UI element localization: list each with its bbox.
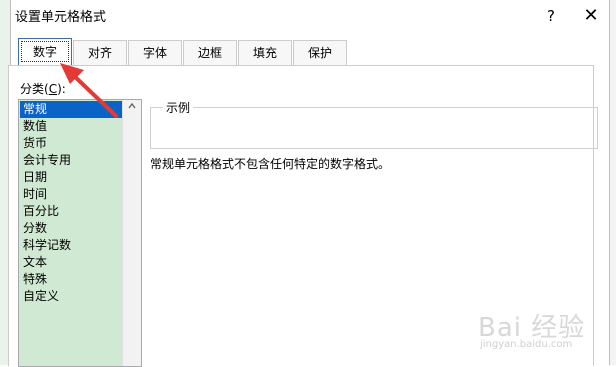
format-description: 常规单元格格式不包含任何特定的数字格式。 xyxy=(150,157,391,171)
example-label: 示例 xyxy=(163,99,194,116)
title-bar[interactable]: 设置单元格格式 ? ✕ xyxy=(11,0,609,32)
category-scrollbar[interactable] xyxy=(122,100,141,366)
category-list[interactable]: 常规 数值 货币 会计专用 日期 时间 百分比 分数 科学记数 文本 特殊 自定… xyxy=(18,99,142,367)
close-icon[interactable]: ✕ xyxy=(579,4,603,28)
watermark-sub: jingyan.baidu.com xyxy=(480,339,573,350)
tab-number[interactable]: 数字 xyxy=(18,38,72,65)
list-item-general[interactable]: 常规 xyxy=(20,101,124,118)
list-item-date[interactable]: 日期 xyxy=(20,169,124,186)
dialog-title: 设置单元格格式 xyxy=(15,10,107,25)
list-item-accounting[interactable]: 会计专用 xyxy=(20,152,124,169)
tab-border[interactable]: 边框 xyxy=(183,40,237,65)
list-item-time[interactable]: 时间 xyxy=(20,186,124,203)
tab-protection[interactable]: 保护 xyxy=(293,40,347,65)
chevron-up-icon-svg xyxy=(128,102,136,109)
list-item-special[interactable]: 特殊 xyxy=(20,271,124,288)
list-item-custom[interactable]: 自定义 xyxy=(20,288,124,305)
list-item-scientific[interactable]: 科学记数 xyxy=(20,237,124,254)
list-item-text[interactable]: 文本 xyxy=(20,254,124,271)
list-item-fraction[interactable]: 分数 xyxy=(20,220,124,237)
list-item-currency[interactable]: 货币 xyxy=(20,135,124,152)
tab-fill[interactable]: 填充 xyxy=(238,40,292,65)
tab-alignment[interactable]: 对齐 xyxy=(73,40,127,65)
tab-font[interactable]: 字体 xyxy=(128,40,182,65)
list-item-number[interactable]: 数值 xyxy=(20,118,124,135)
example-box xyxy=(150,107,598,149)
category-label: 分类(C): xyxy=(20,82,66,96)
help-icon[interactable]: ? xyxy=(539,4,563,28)
chevron-up-icon[interactable] xyxy=(123,100,141,118)
list-item-percentage[interactable]: 百分比 xyxy=(20,203,124,220)
